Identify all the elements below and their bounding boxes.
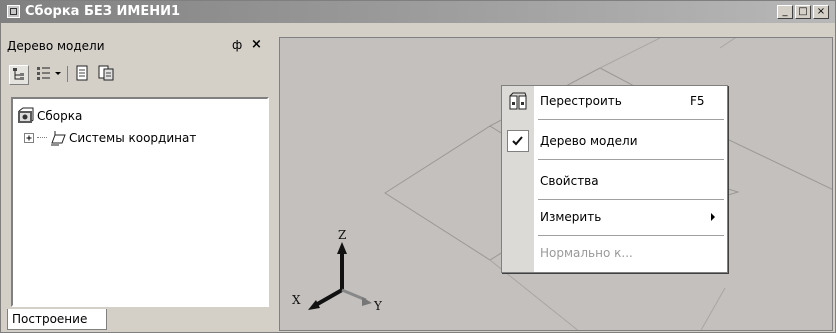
context-menu: Перестроить F5 Дерево модели Свойства Из… — [501, 85, 728, 273]
title-bar: Сборка БЕЗ ИМЕНИ1 _ □ × — [1, 1, 835, 23]
pin-icon[interactable]: ф — [232, 38, 242, 52]
menu-item-rebuild[interactable]: Перестроить — [540, 91, 622, 111]
tree-item-root[interactable]: Сборка — [17, 107, 82, 125]
tree-item-label: Системы координат — [69, 131, 197, 145]
z-axis-label: Z — [338, 228, 346, 242]
maximize-button[interactable]: □ — [795, 5, 811, 19]
panel-toolbar — [7, 63, 271, 89]
menu-item-model-tree[interactable]: Дерево модели — [540, 131, 638, 151]
menu-item-normal-to[interactable]: Нормально к... — [540, 243, 633, 263]
expand-icon[interactable] — [23, 129, 37, 147]
menu-icon-strip — [502, 86, 534, 272]
panel-close-icon[interactable]: × — [251, 37, 262, 52]
axes-triad: Z X Y — [292, 228, 383, 313]
document-icon[interactable] — [73, 65, 91, 83]
menu-separator — [538, 235, 724, 236]
close-button[interactable]: × — [813, 5, 829, 19]
tree-view-icon[interactable] — [9, 65, 29, 85]
model-tree: Сборка Системы координат — [11, 97, 269, 307]
minimize-button[interactable]: _ — [777, 5, 793, 19]
menu-item-properties[interactable]: Свойства — [540, 171, 599, 191]
menu-item-measure[interactable]: Измерить — [540, 207, 601, 227]
y-axis-label: Y — [373, 299, 383, 313]
menu-item-label: Нормально к... — [540, 246, 633, 260]
tab-construction[interactable]: Построение — [7, 309, 107, 330]
menu-separator — [538, 159, 724, 160]
menu-item-label: Перестроить — [540, 94, 622, 108]
submenu-arrow-icon — [711, 213, 715, 221]
copy-document-icon[interactable] — [97, 65, 115, 83]
rebuild-icon — [508, 92, 528, 112]
menu-separator — [538, 199, 724, 200]
x-axis-label: X — [292, 293, 301, 307]
menu-item-label: Дерево модели — [540, 134, 638, 148]
tree-connector — [37, 137, 47, 139]
toolbar-divider — [67, 66, 68, 82]
coordinate-system-icon — [49, 129, 69, 147]
chevron-down-icon[interactable] — [53, 65, 63, 83]
menu-separator — [538, 119, 724, 120]
window-icon — [7, 5, 20, 18]
list-view-icon[interactable] — [35, 65, 53, 83]
app-window: Сборка БЕЗ ИМЕНИ1 _ □ × Дерево модели ф … — [0, 0, 836, 333]
panel-tabbar: Построение — [7, 309, 271, 331]
tree-item-coordinate-systems[interactable]: Системы координат — [23, 129, 196, 147]
menu-item-label: Измерить — [540, 210, 602, 224]
panel-header: Дерево модели ф × — [5, 37, 271, 55]
tree-item-label: Сборка — [37, 109, 83, 123]
assembly-icon — [17, 107, 37, 125]
check-icon — [507, 130, 529, 152]
model-tree-panel: Дерево модели ф × Сборка Системы координ… — [5, 27, 275, 331]
menu-item-label: Свойства — [540, 174, 599, 188]
menu-item-shortcut: F5 — [690, 94, 705, 108]
window-title: Сборка БЕЗ ИМЕНИ1 — [25, 4, 181, 19]
panel-title: Дерево модели — [7, 39, 105, 53]
